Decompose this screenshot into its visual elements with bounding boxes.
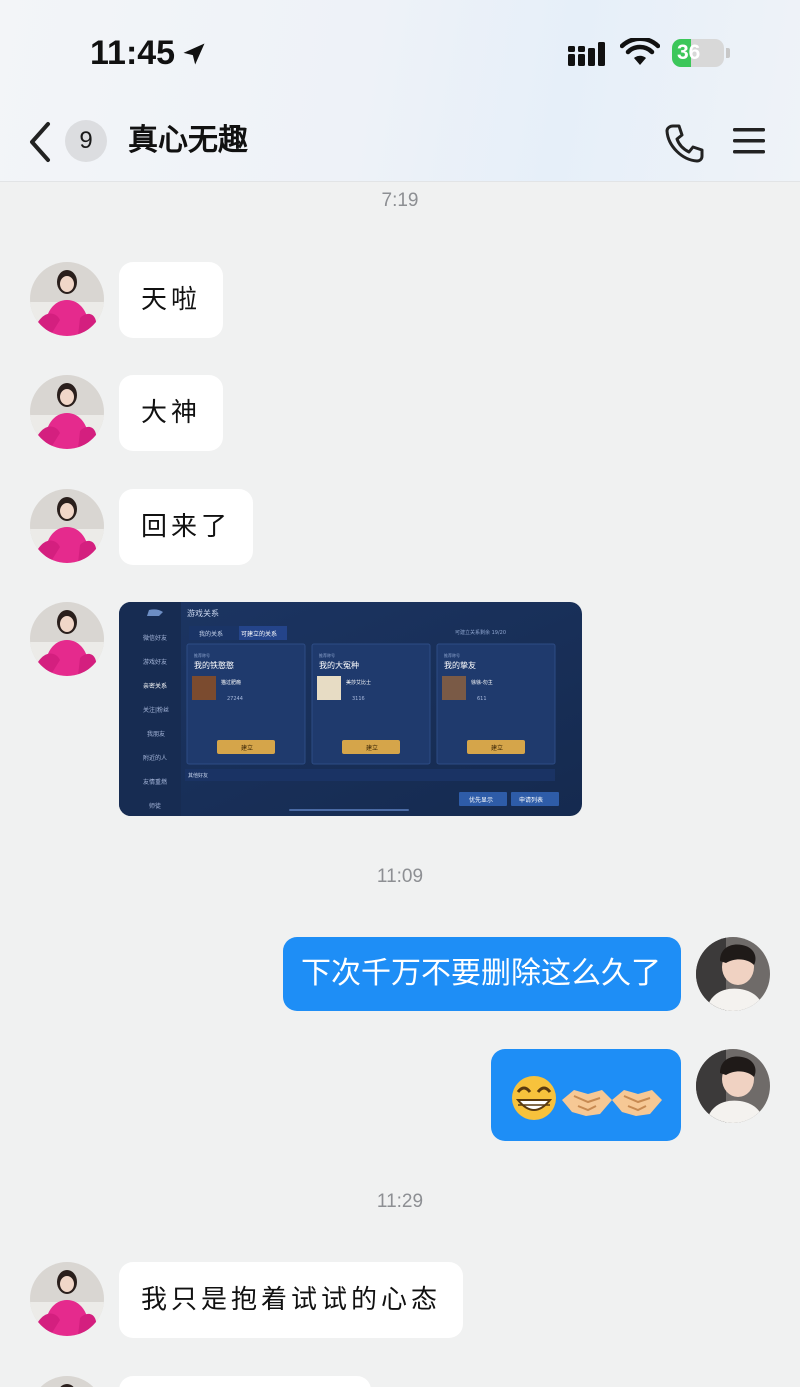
timestamp: 11:29 [376,1191,424,1212]
grinning-face-emoji [512,1076,556,1120]
game-card-button: 建立 [241,744,253,752]
timestamp: 11:09 [376,866,424,887]
menu-icon[interactable] [732,126,766,156]
battery-icon: 36 [672,39,724,67]
wifi-icon [620,38,660,65]
message-bubble-incoming[interactable]: 我只是抱着试试的心态 [119,1262,464,1338]
contact-avatar[interactable] [30,1262,104,1336]
game-card-tag: 推荐称号 [444,652,460,658]
status-time: 11:45 [90,34,176,72]
game-header: 游戏关系 [187,608,219,618]
game-side-nav-item: 关注|粉丝 [143,706,169,714]
game-card-title: 我的大冤种 [319,660,359,670]
game-quota-text: 可建立关系剩余 19/20 [455,629,506,636]
unread-count-badge[interactable]: 9 [65,120,107,162]
message-bubble-incoming[interactable]: 大神 [119,375,224,451]
game-footer-button: 优先显示 [469,796,493,804]
game-side-nav-item: 附近的人 [143,754,167,762]
phone-icon[interactable] [664,122,706,164]
game-card-count: 27244 [227,696,243,702]
contact-avatar[interactable] [30,489,104,563]
game-card-button: 建立 [366,744,378,752]
contact-avatar[interactable] [30,1376,104,1387]
game-side-nav-item: 微信好友 [143,634,167,642]
game-side-nav-item: 游戏好友 [143,658,167,666]
game-footer-button: 申请列表 [519,796,543,804]
battery-nub [726,48,730,58]
game-side-nav-item: 我朋友 [147,730,165,738]
game-side-nav-item: 师徒 [149,802,161,810]
battery-level-text: 36 [677,41,701,64]
handshake-emoji [612,1090,662,1116]
game-card-count: 611 [477,696,487,702]
game-card-name: 猫过肥瘾 [221,679,241,686]
game-card-title: 我的铁憨憨 [194,660,234,670]
game-card-name: 徐徐-勿主 [471,679,493,686]
message-bubble-incoming[interactable]: 回来了 [119,489,254,565]
game-side-nav-item: 亲密关系 [143,682,167,690]
game-card-title: 我的挚友 [444,660,476,670]
contact-avatar[interactable] [30,375,104,449]
game-card: 推荐称号 我的大冤种 美莎艾比士 3116 建立 [311,643,431,765]
game-card-tag: 推荐称号 [194,652,210,658]
my-avatar[interactable] [696,1049,770,1123]
location-arrow-icon [183,43,205,65]
message-bubble-incoming[interactable]: 天啦 [119,262,224,338]
game-tab-mine: 我的关系 [199,630,223,638]
chat-title: 真心无趣 [128,123,248,158]
game-card: 推荐称号 我的挚友 徐徐-勿主 611 建立 [436,643,556,765]
game-card-tag: 推荐称号 [319,652,335,658]
game-section-label: 其他好友 [188,772,208,779]
my-avatar[interactable] [696,937,770,1011]
back-chevron-icon[interactable] [26,120,54,164]
image-message-game-screenshot[interactable]: 游戏关系 我的关系 可建立的关系 可建立关系剩余 19/20 微信好友 游戏好友… [119,602,582,816]
contact-avatar[interactable] [30,602,104,676]
game-card-name: 美莎艾比士 [346,679,371,686]
game-tab-available: 可建立的关系 [241,630,277,638]
game-card-button: 建立 [491,744,503,752]
game-card-count: 3116 [352,696,365,702]
handshake-emoji [562,1090,612,1116]
message-bubble-incoming-partial[interactable] [119,1376,371,1387]
game-card: 推荐称号 我的铁憨憨 猫过肥瘾 27244 建立 [186,643,306,765]
cellular-signal-icon [568,42,605,66]
message-bubble-outgoing[interactable]: 下次千万不要删除这么久了 [283,937,681,1011]
timestamp: 7:19 [381,190,419,211]
contact-avatar[interactable] [30,262,104,336]
game-side-nav-item: 友情重燃 [143,778,167,786]
emoji-row [512,1076,662,1120]
